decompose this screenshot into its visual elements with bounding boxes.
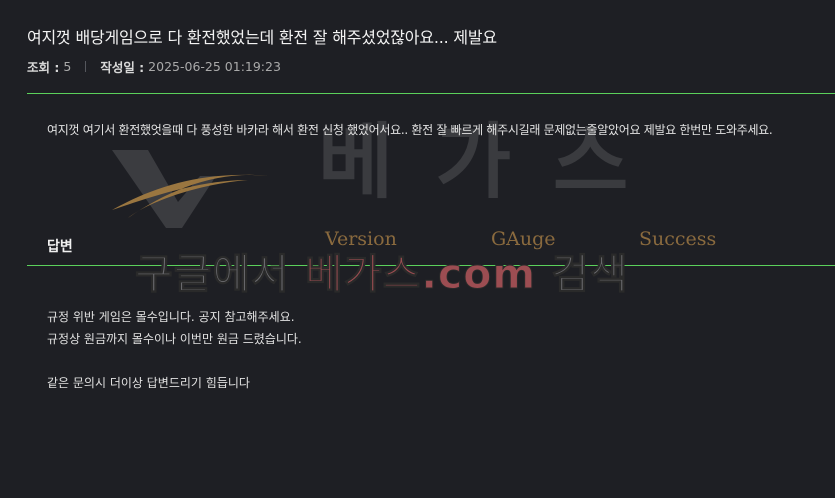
watermark-word-success: Success (639, 228, 717, 250)
watermark-search-suffix: 검색 (536, 250, 629, 298)
watermark-search-banner: 구글에서 베가스.com 검색 (134, 253, 629, 295)
post-body: 여지껏 여기서 환전했엇을때 다 풍성한 바카라 해서 환전 신청 했었어서요.… (47, 123, 773, 137)
views-label: 조회 : (27, 60, 60, 75)
vegas-logo-watermark (112, 150, 268, 228)
answer-spacer (47, 350, 302, 372)
answer-body: 규정 위반 게임은 몰수입니다. 공지 참고해주세요. 규정상 원금까지 몰수이… (47, 306, 302, 394)
watermark-word-gauge: GAuge (491, 228, 556, 250)
answer-line: 규정 위반 게임은 몰수입니다. 공지 참고해주세요. (47, 310, 295, 324)
post-meta: 조회 : 5 작성일 : 2025-06-25 01:19:23 (27, 57, 281, 76)
watermark-search-prefix: 구글에서 (134, 250, 306, 298)
views-count: 5 (63, 59, 72, 74)
header-divider (27, 93, 835, 94)
answer-line: 같은 문의시 더이상 답변드리기 힘듭니다 (47, 376, 250, 390)
watermark-word-version: Version (325, 228, 397, 250)
answer-line: 규정상 원금까지 몰수이나 이번만 원금 드렸습니다. (47, 332, 302, 346)
meta-divider (85, 61, 87, 72)
watermark-search-site: 베가스.com (305, 250, 537, 298)
post-page: 베가스 Version GAuge Success 여지껏 배당게임으로 다 환… (0, 0, 835, 498)
post-date: 2025-06-25 01:19:23 (148, 59, 281, 74)
answer-heading: 답변 (47, 239, 73, 255)
post-title: 여지껏 배당게임으로 다 환전했었는데 환전 잘 해주셨었잖아요... 제발요 (27, 28, 497, 47)
date-label: 작성일 : (100, 60, 145, 75)
